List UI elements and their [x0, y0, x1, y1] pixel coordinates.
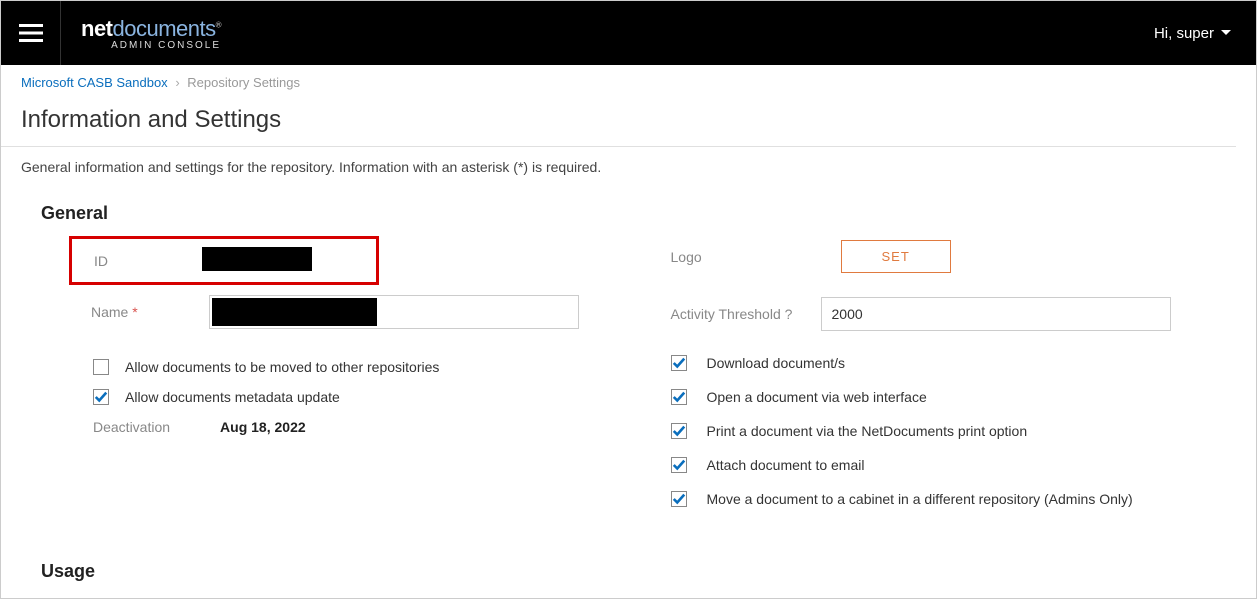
move-cabinet-checkbox[interactable] [671, 491, 687, 507]
permission-checkbox-group: Download document/s Open a document via … [671, 355, 1237, 507]
download-documents-label: Download document/s [707, 355, 846, 371]
logo-light: documents [113, 16, 216, 41]
breadcrumb-link[interactable]: Microsoft CASB Sandbox [21, 75, 168, 90]
app-header: netdocuments® ADMIN CONSOLE Hi, super [1, 1, 1256, 65]
activity-threshold-input[interactable] [821, 297, 1171, 331]
general-right-column: Logo SET Activity Threshold ? Download d… [671, 236, 1237, 525]
allow-move-label: Allow documents to be moved to other rep… [125, 359, 439, 375]
allow-move-checkbox[interactable] [93, 359, 109, 375]
attach-email-checkbox[interactable] [671, 457, 687, 473]
allow-metadata-checkbox[interactable] [93, 389, 109, 405]
breadcrumb-current: Repository Settings [187, 75, 300, 90]
set-logo-button[interactable]: SET [841, 240, 951, 273]
activity-threshold-label: Activity Threshold ? [671, 306, 821, 322]
id-label: ID [72, 253, 202, 269]
logo-label: Logo [671, 249, 841, 265]
name-input[interactable] [209, 295, 579, 329]
logo-trademark: ® [216, 20, 221, 29]
chevron-down-icon [1220, 27, 1232, 39]
hamburger-icon [19, 24, 43, 42]
allow-metadata-label: Allow documents metadata update [125, 389, 340, 405]
logo-bold: net [81, 16, 113, 41]
attach-email-label: Attach document to email [707, 457, 865, 473]
name-value-redacted [212, 298, 377, 326]
move-cabinet-label: Move a document to a cabinet in a differ… [707, 491, 1133, 507]
usage-section-heading: Usage [41, 561, 1236, 582]
logo-subtitle: ADMIN CONSOLE [81, 40, 221, 51]
id-row-highlight: ID [69, 236, 379, 285]
print-document-label: Print a document via the NetDocuments pr… [707, 423, 1028, 439]
hamburger-menu-button[interactable] [1, 1, 61, 65]
general-left-column: ID Name * Allow docum [21, 236, 611, 525]
user-menu-button[interactable]: Hi, super [1154, 25, 1256, 42]
page-description: General information and settings for the… [1, 159, 1256, 195]
download-documents-checkbox[interactable] [671, 355, 687, 371]
user-greeting-text: Hi, super [1154, 25, 1214, 42]
open-web-label: Open a document via web interface [707, 389, 927, 405]
name-label: Name * [69, 304, 209, 320]
deactivation-value: Aug 18, 2022 [220, 419, 306, 435]
id-value-redacted [202, 247, 312, 271]
breadcrumb-separator: › [175, 75, 179, 90]
print-document-checkbox[interactable] [671, 423, 687, 439]
breadcrumb: Microsoft CASB Sandbox › Repository Sett… [1, 65, 1256, 100]
logo: netdocuments® ADMIN CONSOLE [61, 16, 221, 51]
page-title: Information and Settings [1, 100, 1236, 147]
deactivation-label: Deactivation [93, 419, 170, 435]
open-web-checkbox[interactable] [671, 389, 687, 405]
general-section-heading: General [41, 203, 1236, 224]
